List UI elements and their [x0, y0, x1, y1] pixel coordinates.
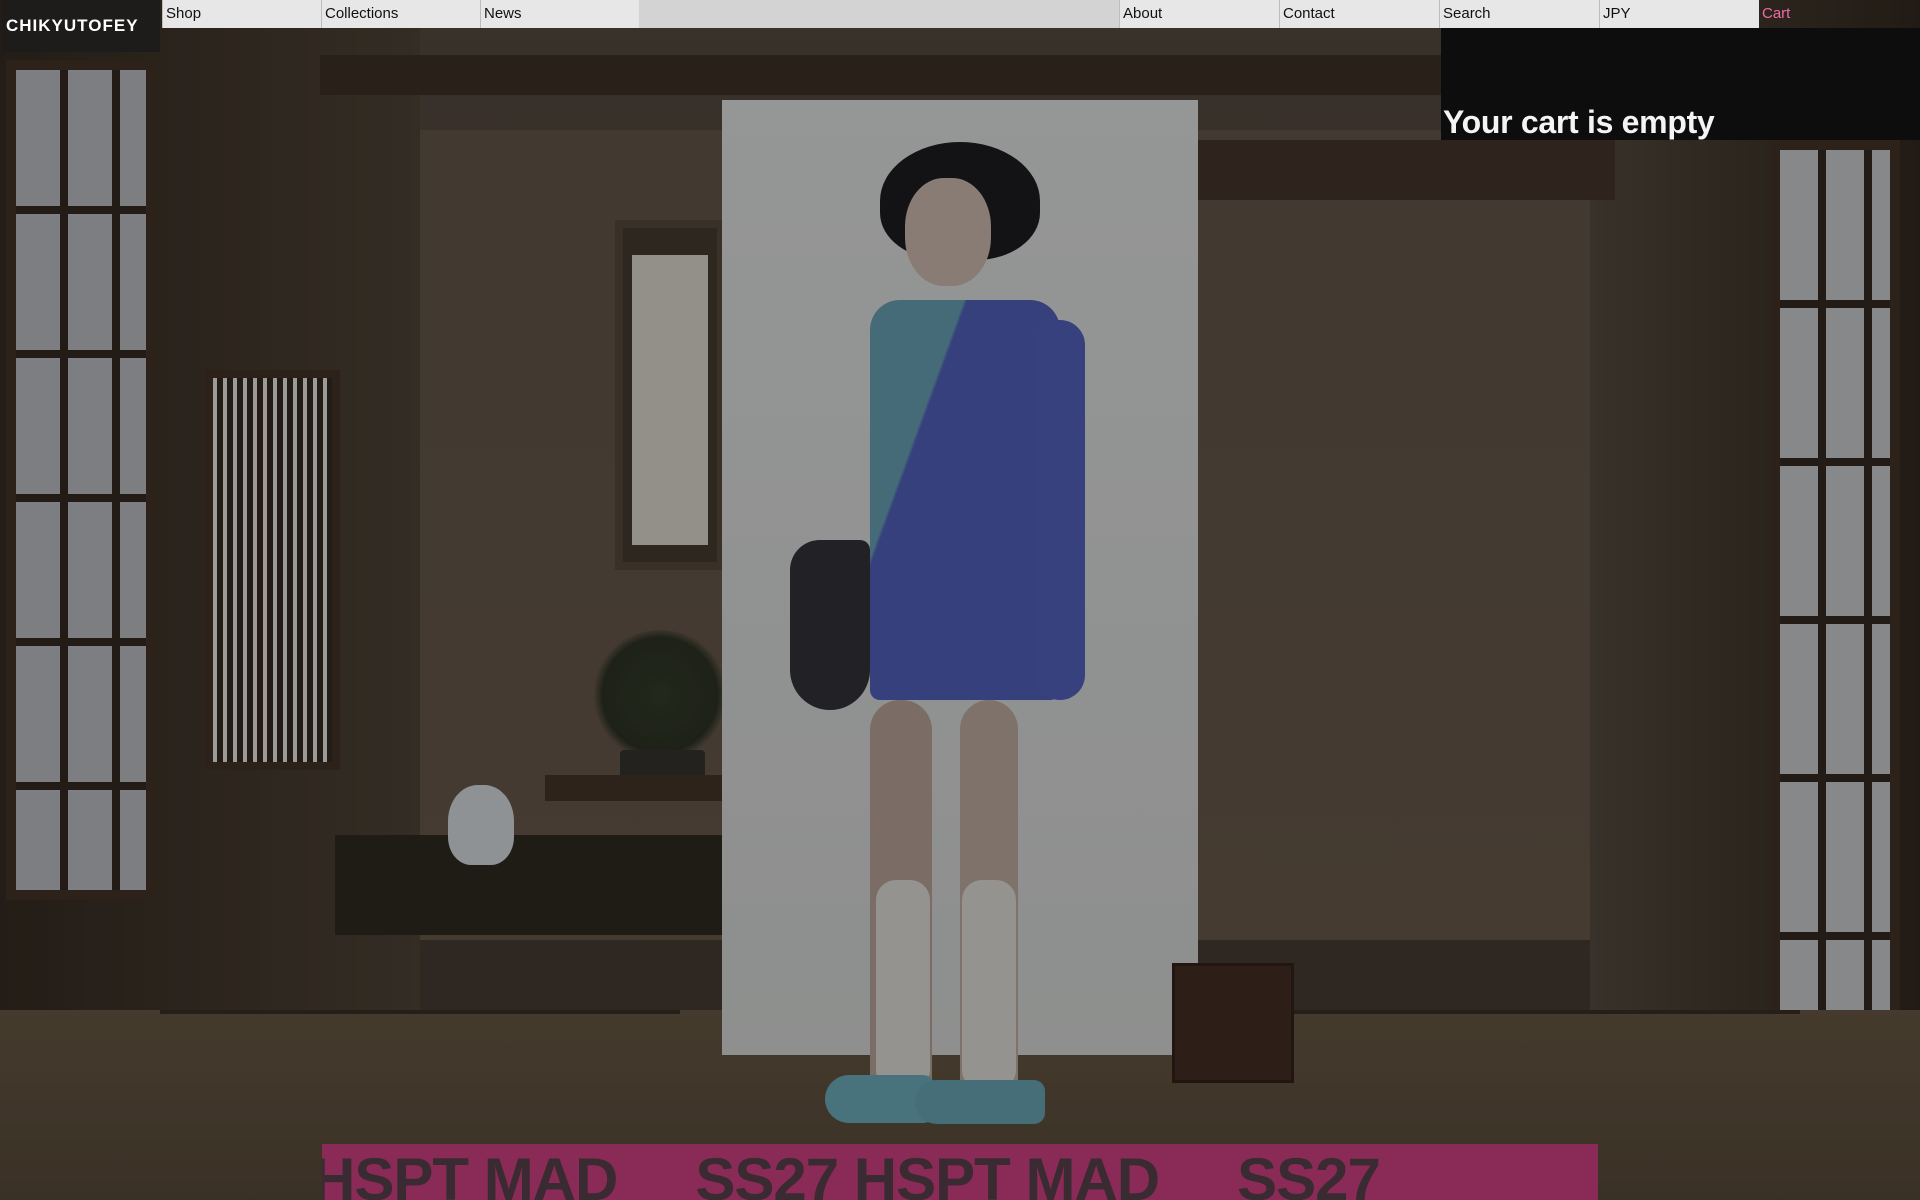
nav-contact[interactable]: Contact	[1279, 0, 1439, 28]
hero-overlay	[0, 0, 1920, 1200]
marquee-text: SS27	[1237, 1146, 1381, 1200]
currency-selector[interactable]: JPY	[1599, 0, 1759, 28]
nav-cart[interactable]: Cart	[1759, 0, 1920, 28]
marquee-track: HSPT MAD SS27 HSPT MAD SS27	[322, 1144, 1458, 1200]
marquee-text: HSPT MAD	[322, 1146, 618, 1200]
hero-image	[0, 0, 1920, 1200]
brand-logo[interactable]: CHIKYUTOFEY	[2, 0, 160, 52]
nav-shop[interactable]: Shop	[162, 0, 321, 28]
marquee-banner[interactable]: HSPT MAD SS27 HSPT MAD SS27	[322, 1144, 1598, 1200]
marquee-text: SS27 HSPT MAD	[695, 1146, 1160, 1200]
nav-spacer	[639, 0, 1119, 28]
nav-about[interactable]: About	[1119, 0, 1279, 28]
nav-collections[interactable]: Collections	[321, 0, 480, 28]
cart-empty-message: Your cart is empty	[1443, 104, 1715, 140]
nav-news[interactable]: News	[480, 0, 639, 28]
nav-search[interactable]: Search	[1439, 0, 1599, 28]
